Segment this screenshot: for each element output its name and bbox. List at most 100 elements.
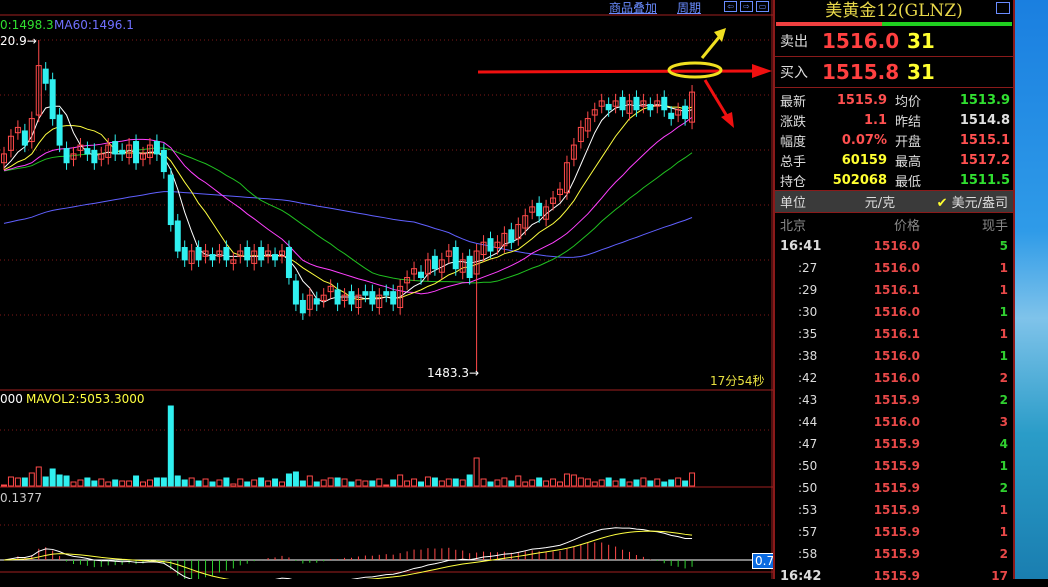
trade-row: :38 1516.0 1 [775,345,1013,367]
volume-bar [390,479,397,487]
candle-body [56,114,63,146]
volume-bar [223,477,230,487]
trade-row: :35 1516.1 1 [775,323,1013,345]
ma20-line [3,116,693,295]
annotation-arrowhead [721,112,734,128]
candle-body [661,96,668,111]
unit-option-yuan-gram[interactable]: 元/克 [840,192,920,211]
trade-price: 1516.1 [873,327,920,341]
trade-volume: 17 [991,569,1008,583]
volume-bar [557,481,563,487]
stat-label: 幅度 [780,134,807,150]
volume-bar [487,481,494,487]
volume-bar [404,480,411,487]
volume-bar [272,478,279,487]
candle-body [431,255,438,270]
period-link[interactable]: 周期 [677,0,701,16]
volume-bar [452,478,459,487]
desktop-background [1015,0,1048,579]
volume-bar [411,478,418,487]
maximize-icon[interactable] [996,2,1010,14]
candle-body [21,130,28,146]
volume-bar [251,479,258,487]
volume-bar [376,478,383,487]
trade-row: :57 1515.9 1 [775,521,1013,543]
trade-time: :29 [798,283,818,297]
volume-bar [21,477,28,487]
layout-icon[interactable]: ▭ [756,1,769,12]
stat-label: 昨结 [895,114,922,130]
stat-value: 1515.9 [836,92,887,108]
trade-time: :30 [798,305,818,319]
volume-bar [619,478,626,487]
volume-bar [570,474,577,487]
mavol2-label: MAVOL2:5053.3000 [26,392,145,406]
volume-bar [675,477,682,487]
scroll-left-icon[interactable]: ⇦ [724,1,737,12]
trade-price: 1516.0 [873,261,920,275]
volume-bar [654,478,661,487]
ma30-line [3,147,693,284]
stats-row: 最新 1515.9 均价 1513.9 [780,90,1010,110]
volume-bar [320,479,327,487]
trade-volume: 1 [999,327,1008,341]
volume-bar [438,480,445,487]
ask-price: 1516.0 [822,29,900,53]
trade-price: 1515.9 [873,481,920,495]
trade-row: :30 1516.0 1 [775,301,1013,323]
volume-bar [7,476,14,487]
overlay-commodity-link[interactable]: 商品叠加 [609,0,657,16]
stat-label: 最高 [895,154,922,170]
volume-bar [279,481,285,487]
ma60-label: MA60:1496.1 [54,18,134,32]
volume-bar [515,475,522,487]
volume-bar [209,481,216,487]
unit-option-usd-oz[interactable]: ✔ 美元/盎司 [920,192,1008,211]
volume-bar [445,478,452,487]
volume-bar [70,481,77,487]
trade-price: 1515.9 [873,393,920,407]
volume-bar [327,477,334,487]
volume-bar [459,479,466,487]
trade-price: 1516.0 [873,371,920,385]
stat-value: 1514.8 [959,112,1010,128]
candle-body [369,291,376,305]
ask-volume: 31 [907,29,935,53]
stat-value: 0.07% [841,132,887,148]
volume-bar [584,478,591,487]
annotation-arrow-down [703,79,730,119]
volume-bar [285,473,292,487]
trade-row: 16:41 1516.0 5 [775,235,1013,257]
trade-volume: 2 [999,371,1008,385]
volume-bar [508,480,515,487]
candle-body [42,68,49,84]
volume-bar [348,481,355,487]
volume-bar [63,475,70,487]
annotation-arrowhead [752,64,772,78]
volume-bar [369,480,376,487]
trade-volume: 4 [999,437,1008,451]
trades-list[interactable]: 16:41 1516.0 5:27 1516.0 1:29 1516.1 1:30 1516.… [775,235,1013,587]
volume-bar [522,481,529,487]
scroll-right-icon[interactable]: ⇨ [740,1,753,12]
ma5-line [3,103,693,303]
trade-time: :58 [798,547,818,561]
volume-bar [306,475,313,487]
trade-volume: 3 [999,415,1008,429]
volume-bar [536,477,543,487]
volume-bar [292,471,299,487]
volume-bar [550,478,557,487]
price-chart-area[interactable]: 商品叠加 周期 ⇦ ⇨ ▭ 0:1498.3 MA60:1496.1 20.9→… [0,0,778,585]
volume-bar [112,479,119,487]
kline-chart[interactable] [0,0,773,585]
volume-bar [418,481,424,487]
trade-price: 1515.9 [873,459,920,473]
candle-body [390,291,397,305]
candle-body [49,79,56,120]
volume-bar [424,476,431,487]
volume-bar [494,479,501,487]
volume-bar [160,477,167,487]
volume-bar [35,466,42,487]
trade-volume: 5 [999,239,1008,253]
unit-option-usd-oz-label: 美元/盎司 [951,196,1008,211]
